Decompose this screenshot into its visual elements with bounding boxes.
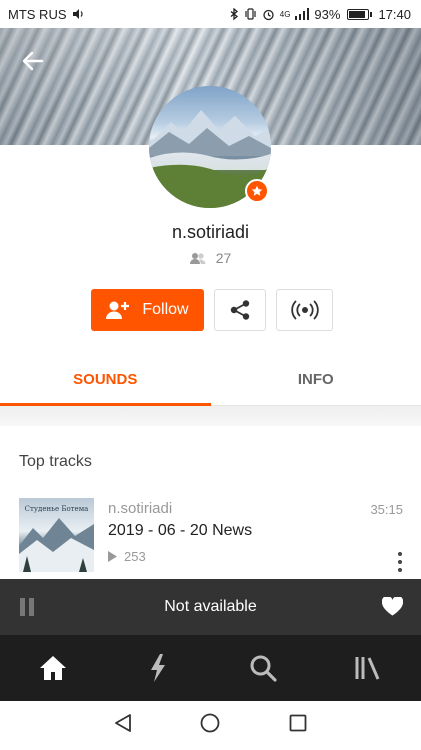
triangle-back-icon bbox=[115, 714, 132, 732]
followers-count[interactable]: 27 bbox=[0, 250, 421, 266]
profile-actions: Follow bbox=[91, 289, 333, 331]
arrow-left-icon bbox=[22, 51, 44, 71]
mini-player[interactable]: Not available bbox=[0, 579, 421, 635]
status-right: 4G 93% 17:40 bbox=[230, 7, 411, 22]
system-recents-button[interactable] bbox=[289, 714, 307, 737]
follow-button[interactable]: Follow bbox=[91, 289, 204, 331]
nav-library[interactable] bbox=[316, 635, 421, 701]
pro-badge bbox=[245, 179, 269, 203]
player-status: Not available bbox=[164, 598, 257, 615]
vibrate-icon bbox=[245, 8, 256, 20]
pause-button[interactable] bbox=[20, 598, 36, 616]
followers-count-label: 27 bbox=[215, 250, 232, 266]
nav-home[interactable] bbox=[0, 635, 105, 701]
tab-sounds[interactable]: SOUNDS bbox=[0, 354, 211, 406]
home-icon bbox=[39, 656, 66, 680]
search-icon bbox=[250, 655, 277, 682]
like-button[interactable] bbox=[381, 595, 404, 621]
nav-stream[interactable] bbox=[105, 635, 210, 701]
bluetooth-icon bbox=[230, 7, 238, 20]
battery-percent: 93% bbox=[314, 6, 341, 22]
back-button[interactable] bbox=[18, 46, 48, 76]
profile-username: n.sotiriadi bbox=[171, 222, 250, 242]
share-button[interactable] bbox=[214, 289, 266, 331]
bottom-navigation bbox=[0, 635, 421, 701]
status-left: MTS RUS bbox=[8, 7, 84, 22]
clock: 17:40 bbox=[378, 6, 411, 22]
heart-icon bbox=[381, 595, 404, 616]
circle-home-icon bbox=[201, 713, 220, 733]
follow-label: Follow bbox=[142, 301, 189, 318]
library-icon bbox=[355, 657, 380, 680]
network-label: 4G bbox=[279, 9, 291, 19]
battery-icon bbox=[347, 8, 373, 20]
station-icon bbox=[290, 300, 319, 320]
nav-search[interactable] bbox=[211, 635, 316, 701]
track-title[interactable]: 2019 - 06 - 20 News bbox=[108, 522, 252, 540]
star-icon bbox=[251, 185, 263, 196]
followers-icon bbox=[189, 252, 206, 264]
lightning-icon bbox=[150, 654, 165, 682]
tab-divider bbox=[0, 406, 421, 426]
section-title: Top tracks bbox=[19, 453, 92, 470]
system-home-button[interactable] bbox=[200, 713, 220, 738]
station-button[interactable] bbox=[276, 289, 333, 331]
play-icon bbox=[108, 551, 117, 562]
volume-icon bbox=[72, 9, 83, 19]
track-plays: 253 bbox=[108, 549, 146, 564]
square-recents-icon bbox=[289, 714, 307, 732]
share-icon bbox=[230, 300, 250, 320]
alarm-icon bbox=[263, 9, 274, 20]
track-artwork: Студенье Ботема bbox=[19, 498, 94, 572]
screen: MTS RUS 4G 93% 17:40 n.sotiriadi 27 Foll… bbox=[0, 0, 421, 750]
track-row[interactable]: Студенье Ботема n.sotiriadi 35:15 2019 -… bbox=[19, 498, 411, 574]
track-artist[interactable]: n.sotiriadi bbox=[108, 500, 172, 517]
track-duration: 35:15 bbox=[370, 502, 403, 517]
status-bar: MTS RUS 4G 93% 17:40 bbox=[0, 0, 421, 28]
add-user-icon bbox=[106, 301, 130, 319]
carrier-label: MTS RUS bbox=[8, 6, 67, 22]
system-back-button[interactable] bbox=[114, 713, 132, 738]
signal-icon bbox=[295, 8, 310, 20]
profile-tabs: SOUNDS INFO bbox=[0, 354, 421, 406]
track-plays-count: 253 bbox=[124, 549, 146, 564]
more-options-button[interactable] bbox=[395, 552, 405, 572]
tab-info[interactable]: INFO bbox=[211, 354, 421, 405]
system-navigation-bar bbox=[0, 701, 421, 750]
